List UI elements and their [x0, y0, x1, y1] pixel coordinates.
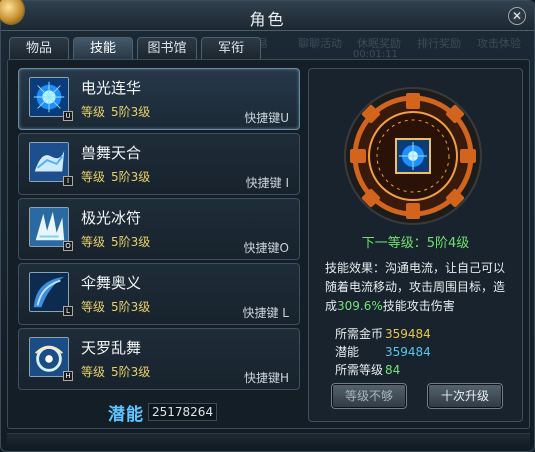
title-bar[interactable]: 角色 ✕	[0, 0, 534, 31]
potential-value: 25178264	[148, 403, 218, 421]
skill-hotkey: 快捷键 L	[242, 306, 289, 320]
skill-level-value: 5阶3级	[111, 235, 151, 249]
skill-emblem-icon	[344, 87, 482, 225]
requirement-value: 84	[385, 363, 401, 377]
skill-row-shouwu[interactable]: I 兽舞天合 等级 5阶3级 快捷键 I	[18, 133, 300, 195]
skill-hotkey: 快捷键O	[243, 241, 289, 255]
footer-bar	[7, 433, 530, 447]
character-window: 角色 ✕ 料易 聊聊活动 休眠奖励 排行奖励 攻击体验 00:01:11 物品 …	[0, 0, 535, 452]
hotkey-tag: U	[63, 111, 73, 121]
skill-level-value: 5阶3级	[111, 170, 151, 184]
skill-name: 天罗乱舞	[81, 339, 142, 357]
skill-level-value: 5阶3级	[111, 300, 151, 314]
skill-detail-panel: 下一等级：5阶4级 技能效果：沟通电流，让自己可以随着电流移动，攻击周围目标，造…	[308, 68, 523, 422]
skill-row-dianguang[interactable]: U 电光连华 等级 5阶3级 快捷键U	[18, 68, 300, 130]
skill-level-value: 5阶3级	[111, 365, 151, 379]
potential-label: 潜能	[108, 404, 144, 425]
skill-level-label: 等级	[81, 105, 106, 119]
requirement-label: 潜能	[335, 345, 360, 359]
skill-hotkey: 快捷键 I	[245, 176, 289, 190]
skill-level-label: 等级	[81, 365, 106, 379]
tab-skills[interactable]: 技能	[73, 37, 133, 59]
hotkey-tag: H	[63, 371, 73, 381]
requirement-potential: 潜能 359484	[335, 343, 431, 360]
skill-name: 兽舞天合	[81, 144, 142, 162]
requirement-label: 所需等级	[335, 363, 384, 377]
tab-bar: 物品 技能 图书馆 军衔	[9, 37, 261, 59]
requirement-level: 所需等级 84	[335, 361, 400, 378]
skill-level-label: 等级	[81, 170, 106, 184]
skill-effect-text: 技能效果：沟通电流，让自己可以随着电流移动，攻击周围目标，造成309.6%技能攻…	[325, 259, 515, 316]
close-icon[interactable]: ✕	[508, 7, 526, 25]
upgrade-button[interactable]: 等级不够	[331, 383, 407, 409]
skill-row-jiguang[interactable]: O 极光冰符 等级 5阶3级 快捷键O	[18, 198, 300, 260]
requirement-value: 359484	[385, 327, 431, 341]
skill-hotkey: 快捷键U	[244, 111, 289, 125]
requirement-label: 所需金币	[335, 327, 384, 341]
tab-items[interactable]: 物品	[9, 37, 69, 59]
requirement-gold: 所需金币 359484	[335, 325, 431, 342]
background-text-4: 排行奖励	[417, 37, 461, 50]
skill-row-sanwu[interactable]: L 伞舞奥义 等级 5阶3级 快捷键 L	[18, 263, 300, 325]
potential-display: 潜能 25178264	[108, 400, 218, 425]
skills-panel: U 电光连华 等级 5阶3级 快捷键U I 兽舞天合 等级 5阶3级 快捷键 I	[7, 59, 530, 429]
hotkey-tag: L	[63, 306, 73, 316]
window-title: 角色	[249, 10, 286, 29]
upgrade-ten-times-button[interactable]: 十次升级	[427, 383, 503, 409]
tab-rank[interactable]: 军衔	[201, 37, 261, 59]
skill-row-tianluo[interactable]: H 天罗乱舞 等级 5阶3级 快捷键H	[18, 328, 300, 390]
effect-percentage: 309.6%	[337, 299, 383, 313]
skill-list: U 电光连华 等级 5阶3级 快捷键U I 兽舞天合 等级 5阶3级 快捷键 I	[18, 68, 300, 393]
skill-level-value: 5阶3级	[111, 105, 151, 119]
skill-name: 伞舞奥义	[81, 274, 142, 292]
requirement-value: 359484	[385, 345, 431, 359]
skill-hotkey: 快捷键H	[243, 371, 289, 385]
next-level-text: 下一等级：5阶4级	[361, 236, 470, 251]
effect-suffix: 技能攻击伤害	[382, 299, 455, 313]
hotkey-tag: I	[63, 176, 73, 186]
skill-name: 极光冰符	[81, 209, 142, 227]
skill-level-label: 等级	[81, 300, 106, 314]
hotkey-tag: O	[63, 241, 73, 251]
tab-library[interactable]: 图书馆	[137, 37, 197, 59]
skill-level-label: 等级	[81, 235, 106, 249]
skill-name: 电光连华	[81, 79, 142, 97]
background-text-2: 聊聊活动	[298, 37, 342, 50]
background-text-5: 攻击体验	[477, 37, 521, 50]
